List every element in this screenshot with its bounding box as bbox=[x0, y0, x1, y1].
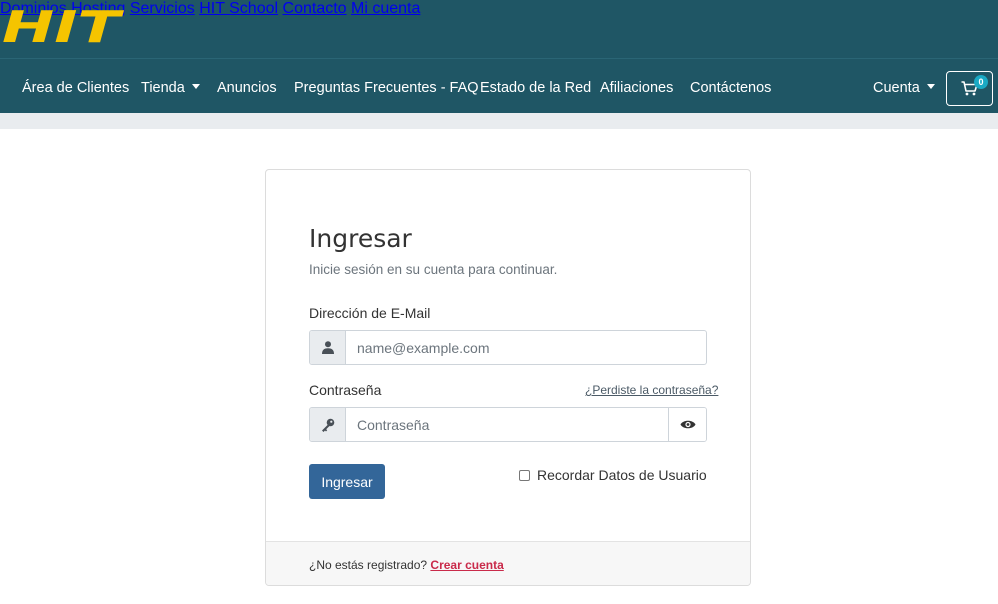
topnav-contacto[interactable]: Contacto bbox=[283, 0, 347, 17]
nav-tienda-label: Tienda bbox=[141, 80, 185, 96]
topnav-hit-school[interactable]: HIT School bbox=[199, 0, 278, 17]
key-icon bbox=[310, 408, 346, 441]
password-field-group bbox=[309, 407, 707, 442]
email-label: Dirección de E-Mail bbox=[309, 305, 431, 321]
login-title: Ingresar bbox=[309, 224, 412, 253]
register-prompt: ¿No estás registrado? Crear cuenta bbox=[309, 558, 504, 572]
nav-contactenos[interactable]: Contáctenos bbox=[690, 80, 771, 96]
remember-checkbox[interactable] bbox=[519, 469, 530, 481]
login-card-footer: ¿No estás registrado? Crear cuenta bbox=[266, 541, 750, 585]
page-divider bbox=[0, 113, 998, 129]
remember-label: Recordar Datos de Usuario bbox=[537, 467, 707, 483]
nav-anuncios[interactable]: Anuncios bbox=[217, 80, 277, 96]
email-field-group bbox=[309, 330, 707, 365]
topnav-mi-cuenta[interactable]: Mi cuenta bbox=[351, 0, 420, 17]
create-account-link[interactable]: Crear cuenta bbox=[430, 558, 503, 572]
register-prompt-text: ¿No estás registrado? bbox=[309, 558, 428, 572]
cart-button[interactable]: 0 bbox=[946, 71, 993, 106]
topnav-servicios[interactable]: Servicios bbox=[130, 0, 195, 17]
nav-afiliaciones[interactable]: Afiliaciones bbox=[600, 80, 673, 96]
nav-faq[interactable]: Preguntas Frecuentes - FAQ bbox=[294, 80, 479, 96]
chevron-down-icon bbox=[191, 84, 200, 89]
login-submit-button[interactable]: Ingresar bbox=[309, 464, 385, 499]
email-input[interactable] bbox=[346, 331, 706, 364]
main-navbar: Área de Clientes Tienda Anuncios Pregunt… bbox=[0, 58, 998, 113]
chevron-down-icon bbox=[926, 84, 935, 89]
password-input[interactable] bbox=[346, 408, 668, 441]
svg-text:HIT: HIT bbox=[2, 4, 124, 46]
nav-tienda[interactable]: Tienda bbox=[141, 80, 200, 96]
login-subtitle: Inicie sesión en su cuenta para continua… bbox=[309, 262, 558, 277]
forgot-password-link[interactable]: ¿Perdiste la contraseña? bbox=[585, 383, 718, 397]
show-password-button[interactable] bbox=[668, 408, 706, 441]
nav-area-clientes[interactable]: Área de Clientes bbox=[22, 80, 129, 96]
nav-cuenta-label: Cuenta bbox=[873, 80, 920, 96]
user-icon bbox=[310, 331, 346, 364]
top-header: HIT Dominios Hosting Servicios HIT Schoo… bbox=[0, 0, 998, 58]
login-card: Ingresar Inicie sesión en su cuenta para… bbox=[265, 169, 751, 586]
hit-logo[interactable]: HIT bbox=[0, 4, 124, 46]
cart-count-badge: 0 bbox=[974, 75, 988, 89]
eye-icon bbox=[680, 420, 695, 429]
password-label: Contraseña bbox=[309, 382, 382, 398]
nav-cuenta[interactable]: Cuenta bbox=[873, 80, 935, 96]
remember-me[interactable]: Recordar Datos de Usuario bbox=[519, 467, 707, 483]
nav-estado-red[interactable]: Estado de la Red bbox=[480, 80, 591, 96]
